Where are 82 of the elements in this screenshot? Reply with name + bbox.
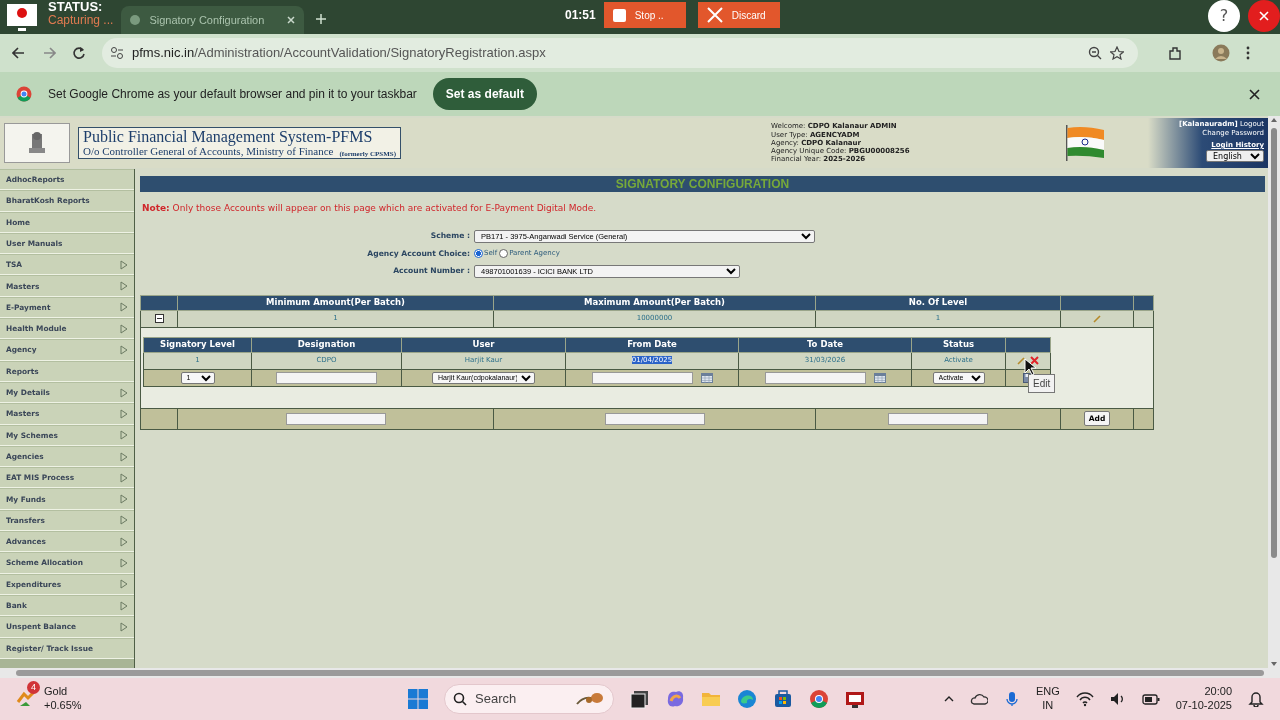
store-icon[interactable] [773,689,793,709]
column-header: From Date [565,337,739,352]
tooltip: Edit [1028,374,1056,393]
column-header: Status [911,337,1006,352]
chrome-icon [16,86,32,102]
column-header: Signatory Level [143,337,252,352]
stock-change: +0.65% [44,699,82,713]
scrollbar-thumb[interactable] [16,670,1264,676]
task-view-icon[interactable] [630,689,649,709]
language-indicator[interactable]: ENG IN [1035,685,1060,713]
stock-trend-icon [16,690,36,708]
cursor-icon [1024,358,1037,376]
status-text: Capturing ... [48,13,114,27]
site-subtitle: O/o Controller General of Accounts, Ministry of Finance [83,145,334,159]
delete-icon[interactable] [1030,356,1039,365]
browser-tab[interactable]: Signatory Configuration [121,6,305,34]
speaker-icon[interactable] [1109,691,1126,707]
notification-badge: 4 [27,681,40,695]
edit-pencil-icon[interactable] [1017,356,1026,365]
site-settings-icon[interactable] [110,46,124,60]
help-button[interactable]: ? [1208,0,1240,32]
zoom-icon[interactable] [1088,46,1102,60]
chevron-up-icon[interactable] [943,694,954,704]
forward-icon[interactable] [42,46,56,60]
date-input[interactable] [764,371,866,384]
clock[interactable]: 20:00 07-10-2025 [1175,685,1232,713]
reload-icon[interactable] [72,46,86,60]
stock-name: Gold [44,685,69,699]
column-header: No. Of Level [815,295,1061,310]
extensions-icon[interactable] [1168,46,1182,60]
flag-icon [1063,125,1106,161]
bookmark-star-icon[interactable] [1110,46,1124,60]
copilot-icon[interactable] [665,689,685,709]
back-icon[interactable] [12,46,26,60]
collapse-icon[interactable] [154,314,164,323]
amount-input[interactable] [285,412,386,425]
close-icon [705,6,724,24]
column-header: User [401,337,566,352]
site-title: Public Financial Management System-PFMS [83,127,374,146]
url-text: pfms.nic.in/Administration/AccountValidation/SignatoryRegistration.aspx [132,44,546,63]
menu-icon[interactable] [1246,46,1250,60]
emblem-icon [26,130,48,156]
wifi-icon[interactable] [1075,691,1094,707]
recorder-icon [4,2,40,32]
stop-icon [611,7,627,23]
chrome-icon[interactable] [809,689,829,709]
calendar-icon[interactable] [700,372,713,383]
discard-button[interactable]: Discard [697,2,780,28]
windows-start-icon[interactable] [408,689,428,709]
language-select[interactable]: English [1206,149,1264,162]
close-button[interactable] [1248,0,1280,32]
note-text: Note: Only those Accounts will appear on this page which are activated for E-Payment Digital Mode. [142,202,598,215]
column-header: To Date [738,337,912,352]
column-header: Minimum Amount(Per Batch) [177,295,494,310]
amount-input[interactable] [604,412,705,425]
search-box[interactable]: Search [444,684,614,714]
avatar-icon[interactable] [1212,44,1230,62]
recorder-icon[interactable] [845,689,865,709]
scrollbar-thumb[interactable] [1271,128,1277,558]
address-bar[interactable]: pfms.nic.in/Administration/AccountValidation/SignatoryRegistration.aspx [102,38,1138,68]
microphone-icon[interactable] [1003,691,1020,707]
new-tab-icon[interactable] [316,14,327,24]
date-input[interactable] [591,371,693,384]
amount-input[interactable] [888,412,988,425]
edge-browser-icon[interactable] [737,689,757,709]
page-title: SIGNATORY CONFIGURATION [140,176,1265,192]
cloud-icon[interactable] [969,691,988,707]
page-icon [129,14,142,26]
column-header: Designation [251,337,402,352]
infobar-message: Set Google Chrome as your default browser and pin it to your taskbar [48,86,417,103]
designation-input[interactable] [276,371,377,384]
set-default-button[interactable]: Set as default [432,78,537,110]
close-icon [1258,10,1270,22]
search-icon [453,692,467,706]
stop-button[interactable]: Stop .. [603,2,686,28]
column-header: Maximum Amount(Per Batch) [493,295,816,310]
timer: 01:51 [565,7,596,24]
close-icon[interactable] [1249,88,1260,100]
notification-bell-icon[interactable] [1248,691,1264,707]
status-label: STATUS: [48,0,104,14]
battery-icon[interactable] [1141,691,1160,707]
calendar-icon[interactable] [873,372,886,383]
